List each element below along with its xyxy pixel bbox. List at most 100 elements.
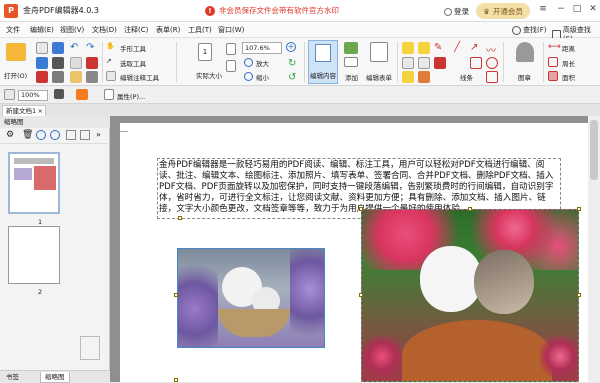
- highlight-icon[interactable]: [418, 42, 430, 54]
- hand-tool-button[interactable]: 手形工具: [120, 43, 146, 53]
- fit-width-icon[interactable]: [226, 60, 236, 72]
- select-tool-button[interactable]: 选取工具: [120, 58, 146, 68]
- menu-form[interactable]: 表单(R): [156, 25, 180, 35]
- ellipse-icon[interactable]: [486, 57, 498, 69]
- note-icon[interactable]: [402, 57, 414, 69]
- edit-content-button[interactable]: 编辑内容: [308, 40, 338, 84]
- login-button[interactable]: 登录: [444, 6, 469, 17]
- underline-icon[interactable]: [434, 57, 446, 69]
- attach-icon[interactable]: [418, 71, 430, 83]
- menu-window[interactable]: 窗口(W): [218, 25, 244, 35]
- resize-handle[interactable]: [468, 207, 472, 211]
- area-button[interactable]: 面积: [562, 72, 575, 82]
- maximize-icon[interactable]: □: [570, 4, 584, 14]
- fit-page-icon[interactable]: [226, 43, 236, 55]
- lines-button[interactable]: 线条: [460, 72, 473, 82]
- resize-handle[interactable]: [577, 293, 581, 297]
- vertical-scrollbar[interactable]: [588, 116, 600, 382]
- distance-button[interactable]: 距离: [562, 43, 575, 53]
- copy-icon[interactable]: [70, 57, 82, 69]
- search-button[interactable]: 查找(F): [512, 25, 547, 35]
- more-icon[interactable]: »: [96, 130, 101, 139]
- page-thumbnail-2[interactable]: [8, 226, 60, 284]
- menu-edit[interactable]: 编辑(E): [30, 25, 54, 35]
- new-doc-icon[interactable]: [36, 42, 48, 54]
- polygon-icon[interactable]: [486, 71, 498, 83]
- properties-button[interactable]: 属性(P)...: [117, 91, 145, 101]
- delete-icon[interactable]: [86, 71, 98, 83]
- paste-icon[interactable]: [70, 71, 82, 83]
- add-text-icon[interactable]: [344, 57, 358, 67]
- resize-handle[interactable]: [359, 293, 363, 297]
- fill-color-icon[interactable]: [76, 89, 88, 100]
- callout-icon[interactable]: [418, 57, 430, 69]
- zoom-in-icon[interactable]: +: [286, 42, 296, 52]
- rectangle-icon[interactable]: [470, 57, 482, 69]
- export-icon[interactable]: [36, 57, 48, 69]
- menu-file[interactable]: 文件: [6, 25, 20, 35]
- resize-handle[interactable]: [174, 378, 178, 382]
- highlight-color-icon[interactable]: [54, 89, 64, 99]
- tab-close-icon[interactable]: ×: [38, 106, 43, 116]
- cut-icon[interactable]: [86, 57, 98, 69]
- tab-bookmarks[interactable]: 书签: [2, 372, 23, 383]
- extract-page-icon[interactable]: [80, 130, 90, 140]
- save-icon[interactable]: [52, 42, 64, 54]
- redo-icon[interactable]: ↷: [86, 42, 98, 54]
- quick-zoom-input[interactable]: 100%: [18, 90, 48, 101]
- perimeter-button[interactable]: 周长: [562, 58, 575, 68]
- resize-handle[interactable]: [178, 216, 182, 220]
- minimize-icon[interactable]: −: [554, 4, 568, 14]
- delete-page-icon[interactable]: 🗑: [22, 130, 33, 140]
- zoom-out-button[interactable]: 缩小: [256, 72, 269, 82]
- edit-form-icon[interactable]: [370, 42, 388, 62]
- zoom-level-input[interactable]: 107.6%: [242, 42, 282, 54]
- scan-icon[interactable]: [52, 71, 64, 83]
- page-thumbnail-1[interactable]: [8, 152, 60, 214]
- resize-handle[interactable]: [577, 207, 581, 211]
- menu-comment[interactable]: 注释(C): [124, 25, 148, 35]
- thumb-zoom-out-icon[interactable]: [50, 130, 60, 140]
- open-label[interactable]: 打开(O): [4, 70, 27, 80]
- cats-image-large[interactable]: [361, 209, 579, 382]
- pdf-page[interactable]: 金舟PDF编辑器是一款轻巧易用的PDF阅读、编辑、标注工具，用户可以轻松对PDF…: [120, 123, 588, 382]
- pen-icon[interactable]: ✎: [434, 42, 446, 54]
- rotate-page-icon[interactable]: [66, 130, 76, 140]
- tab-document-1[interactable]: 新建文档1 ×: [2, 105, 46, 116]
- polyline-icon[interactable]: 〰: [486, 42, 498, 57]
- text-box-icon[interactable]: [402, 42, 414, 54]
- cats-image-small[interactable]: [177, 248, 325, 348]
- vip-button[interactable]: ♛ 开通会员: [476, 3, 530, 19]
- arrow-icon[interactable]: ↗: [470, 42, 482, 54]
- fit-icon[interactable]: [4, 89, 15, 100]
- undo-icon[interactable]: ↶: [70, 42, 82, 54]
- edit-form-button[interactable]: 编辑表单: [366, 72, 392, 82]
- edit-annotation-tool-button[interactable]: 编辑注释工具: [120, 72, 159, 82]
- actual-size-icon[interactable]: 1: [198, 43, 212, 61]
- close-icon[interactable]: ✕: [586, 4, 600, 14]
- thumb-zoom-in-icon[interactable]: [36, 130, 46, 140]
- settings-icon[interactable]: ⚙: [6, 130, 14, 140]
- stamp-button[interactable]: 图章: [518, 72, 531, 82]
- rotate-cw-icon[interactable]: ↻: [288, 58, 300, 70]
- add-image-icon[interactable]: [344, 42, 358, 54]
- resize-handle[interactable]: [359, 207, 363, 211]
- menu-tools[interactable]: 工具(T): [188, 25, 212, 35]
- sticky-note-icon[interactable]: [402, 71, 414, 83]
- actual-size-button[interactable]: 实际大小: [196, 70, 222, 80]
- folder-open-icon[interactable]: [6, 43, 26, 61]
- print-icon[interactable]: [52, 57, 64, 69]
- watermark-notice[interactable]: ! 非会员保存文件会带有软件官方水印: [205, 5, 339, 16]
- add-button[interactable]: 添加: [345, 72, 358, 82]
- email-icon[interactable]: [36, 71, 48, 83]
- zoom-in-button[interactable]: 放大: [256, 58, 269, 68]
- rotate-ccw-icon[interactable]: ↺: [288, 72, 300, 84]
- stamp-icon[interactable]: [516, 42, 534, 62]
- menu-document[interactable]: 文档(D): [92, 25, 117, 35]
- menu-icon[interactable]: ≡: [536, 4, 550, 14]
- scrollbar-thumb[interactable]: [590, 120, 598, 180]
- resize-handle[interactable]: [174, 293, 178, 297]
- line-icon[interactable]: ╱: [454, 42, 466, 54]
- menu-view[interactable]: 视图(V): [60, 25, 84, 35]
- tab-thumbnails[interactable]: 缩略图: [40, 372, 70, 383]
